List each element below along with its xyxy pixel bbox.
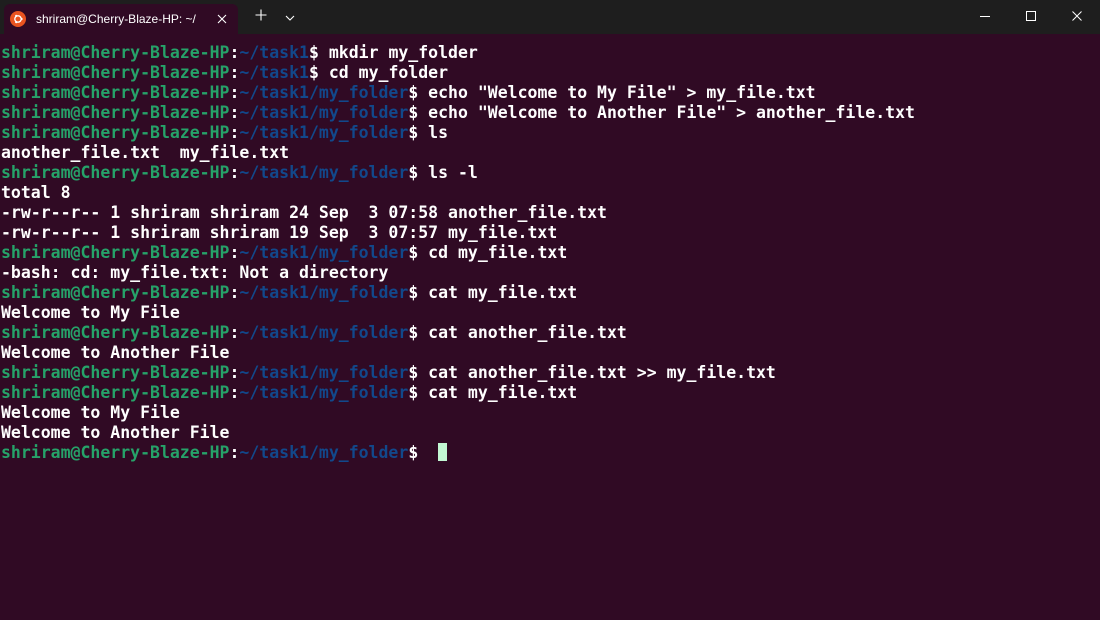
output-line: another_file.txt my_file.txt: [1, 143, 1100, 163]
prompt-path: ~/task1: [239, 63, 309, 82]
prompt-line: shriram@Cherry-Blaze-HP:~/task1/my_folde…: [1, 323, 1100, 343]
terminal-window: shriram@Cherry-Blaze-HP: ~/ shriram@Cher…: [0, 0, 1100, 620]
output-line: Welcome to My File: [1, 303, 1100, 323]
output-text: -bash: cd: my_file.txt: Not a directory: [1, 263, 389, 282]
output-line: Welcome to Another File: [1, 423, 1100, 443]
command-text: $ cd my_file.txt: [408, 243, 568, 262]
prompt-path: ~/task1: [239, 43, 309, 62]
prompt-user-host: shriram@Cherry-Blaze-HP: [1, 163, 230, 182]
plus-icon: [255, 8, 267, 26]
tab-title: shriram@Cherry-Blaze-HP: ~/: [36, 12, 196, 26]
prompt-separator: :: [229, 163, 240, 182]
close-icon: [1072, 8, 1082, 26]
output-line: Welcome to Another File: [1, 343, 1100, 363]
command-text: $ ls -l: [408, 163, 478, 182]
close-icon[interactable]: [214, 11, 230, 27]
prompt-separator: :: [229, 43, 240, 62]
prompt-user-host: shriram@Cherry-Blaze-HP: [1, 83, 230, 102]
prompt-path: ~/task1/my_folder: [239, 163, 409, 182]
minimize-button[interactable]: [962, 0, 1008, 34]
prompt-separator: :: [229, 283, 240, 302]
prompt-separator: :: [229, 103, 240, 122]
prompt-user-host: shriram@Cherry-Blaze-HP: [1, 43, 230, 62]
prompt-user-host: shriram@Cherry-Blaze-HP: [1, 243, 230, 262]
output-text: -rw-r--r-- 1 shriram shriram 19 Sep 3 07…: [1, 223, 558, 242]
prompt-line: shriram@Cherry-Blaze-HP:~/task1/my_folde…: [1, 83, 1100, 103]
chevron-down-icon: [285, 8, 295, 26]
prompt-line: shriram@Cherry-Blaze-HP:~/task1/my_folde…: [1, 383, 1100, 403]
prompt-separator: :: [229, 443, 240, 462]
prompt-separator: :: [229, 383, 240, 402]
prompt-separator: :: [229, 63, 240, 82]
prompt-path: ~/task1/my_folder: [239, 103, 409, 122]
prompt-line: shriram@Cherry-Blaze-HP:~/task1/my_folde…: [1, 443, 1100, 463]
command-text: $ cat my_file.txt: [408, 283, 578, 302]
prompt-separator: :: [229, 123, 240, 142]
prompt-path: ~/task1/my_folder: [239, 443, 409, 462]
prompt-user-host: shriram@Cherry-Blaze-HP: [1, 63, 230, 82]
output-line: -rw-r--r-- 1 shriram shriram 19 Sep 3 07…: [1, 223, 1100, 243]
prompt-path: ~/task1/my_folder: [239, 383, 409, 402]
new-tab-button[interactable]: [246, 0, 276, 34]
command-text: $ cd my_folder: [308, 63, 449, 82]
prompt-line: shriram@Cherry-Blaze-HP:~/task1/my_folde…: [1, 123, 1100, 143]
title-drag-region[interactable]: [304, 0, 962, 34]
prompt-path: ~/task1/my_folder: [239, 123, 409, 142]
prompt-line: shriram@Cherry-Blaze-HP:~/task1/my_folde…: [1, 103, 1100, 123]
output-text: Welcome to My File: [1, 403, 180, 422]
prompt-line: shriram@Cherry-Blaze-HP:~/task1/my_folde…: [1, 163, 1100, 183]
prompt-path: ~/task1/my_folder: [239, 83, 409, 102]
prompt-path: ~/task1/my_folder: [239, 283, 409, 302]
maximize-icon: [1026, 8, 1036, 26]
prompt-separator: :: [229, 363, 240, 382]
output-line: -rw-r--r-- 1 shriram shriram 24 Sep 3 07…: [1, 203, 1100, 223]
command-text: $ cat another_file.txt >> my_file.txt: [408, 363, 776, 382]
output-text: total 8: [1, 183, 71, 202]
command-text: $ ls: [408, 123, 449, 142]
output-line: -bash: cd: my_file.txt: Not a directory: [1, 263, 1100, 283]
command-text: $ echo "Welcome to Another File" > anoth…: [408, 103, 915, 122]
prompt-path: ~/task1/my_folder: [239, 323, 409, 342]
prompt-path: ~/task1/my_folder: [239, 243, 409, 262]
terminal-cursor[interactable]: [438, 443, 448, 461]
command-text: $ mkdir my_folder: [308, 43, 478, 62]
prompt-user-host: shriram@Cherry-Blaze-HP: [1, 383, 230, 402]
output-line: Welcome to My File: [1, 403, 1100, 423]
tab-active[interactable]: shriram@Cherry-Blaze-HP: ~/: [4, 4, 238, 34]
prompt-separator: :: [229, 243, 240, 262]
prompt-line: shriram@Cherry-Blaze-HP:~/task1/my_folde…: [1, 363, 1100, 383]
prompt-user-host: shriram@Cherry-Blaze-HP: [1, 123, 230, 142]
command-text: $ cat another_file.txt: [408, 323, 627, 342]
title-bar: shriram@Cherry-Blaze-HP: ~/: [0, 0, 1100, 34]
minimize-icon: [980, 8, 990, 26]
prompt-line: shriram@Cherry-Blaze-HP:~/task1$ cd my_f…: [1, 63, 1100, 83]
prompt-line: shriram@Cherry-Blaze-HP:~/task1/my_folde…: [1, 243, 1100, 263]
terminal-output[interactable]: shriram@Cherry-Blaze-HP:~/task1$ mkdir m…: [1, 43, 1100, 620]
output-line: total 8: [1, 183, 1100, 203]
prompt-path: ~/task1/my_folder: [239, 363, 409, 382]
prompt-user-host: shriram@Cherry-Blaze-HP: [1, 323, 230, 342]
output-text: Welcome to Another File: [1, 343, 230, 362]
output-text: -rw-r--r-- 1 shriram shriram 24 Sep 3 07…: [1, 203, 607, 222]
prompt-user-host: shriram@Cherry-Blaze-HP: [1, 443, 230, 462]
prompt-line: shriram@Cherry-Blaze-HP:~/task1$ mkdir m…: [1, 43, 1100, 63]
prompt-user-host: shriram@Cherry-Blaze-HP: [1, 283, 230, 302]
tab-dropdown-button[interactable]: [276, 0, 304, 34]
output-text: Welcome to Another File: [1, 423, 230, 442]
output-text: Welcome to My File: [1, 303, 180, 322]
prompt-user-host: shriram@Cherry-Blaze-HP: [1, 363, 230, 382]
close-window-button[interactable]: [1054, 0, 1100, 34]
command-text: $ echo "Welcome to My File" > my_file.tx…: [408, 83, 816, 102]
command-text: $ cat my_file.txt: [408, 383, 578, 402]
prompt-line: shriram@Cherry-Blaze-HP:~/task1/my_folde…: [1, 283, 1100, 303]
command-text: $: [408, 443, 429, 462]
prompt-user-host: shriram@Cherry-Blaze-HP: [1, 103, 230, 122]
prompt-separator: :: [229, 83, 240, 102]
output-text: another_file.txt my_file.txt: [1, 143, 290, 162]
maximize-button[interactable]: [1008, 0, 1054, 34]
ubuntu-logo-icon: [10, 11, 26, 27]
prompt-separator: :: [229, 323, 240, 342]
